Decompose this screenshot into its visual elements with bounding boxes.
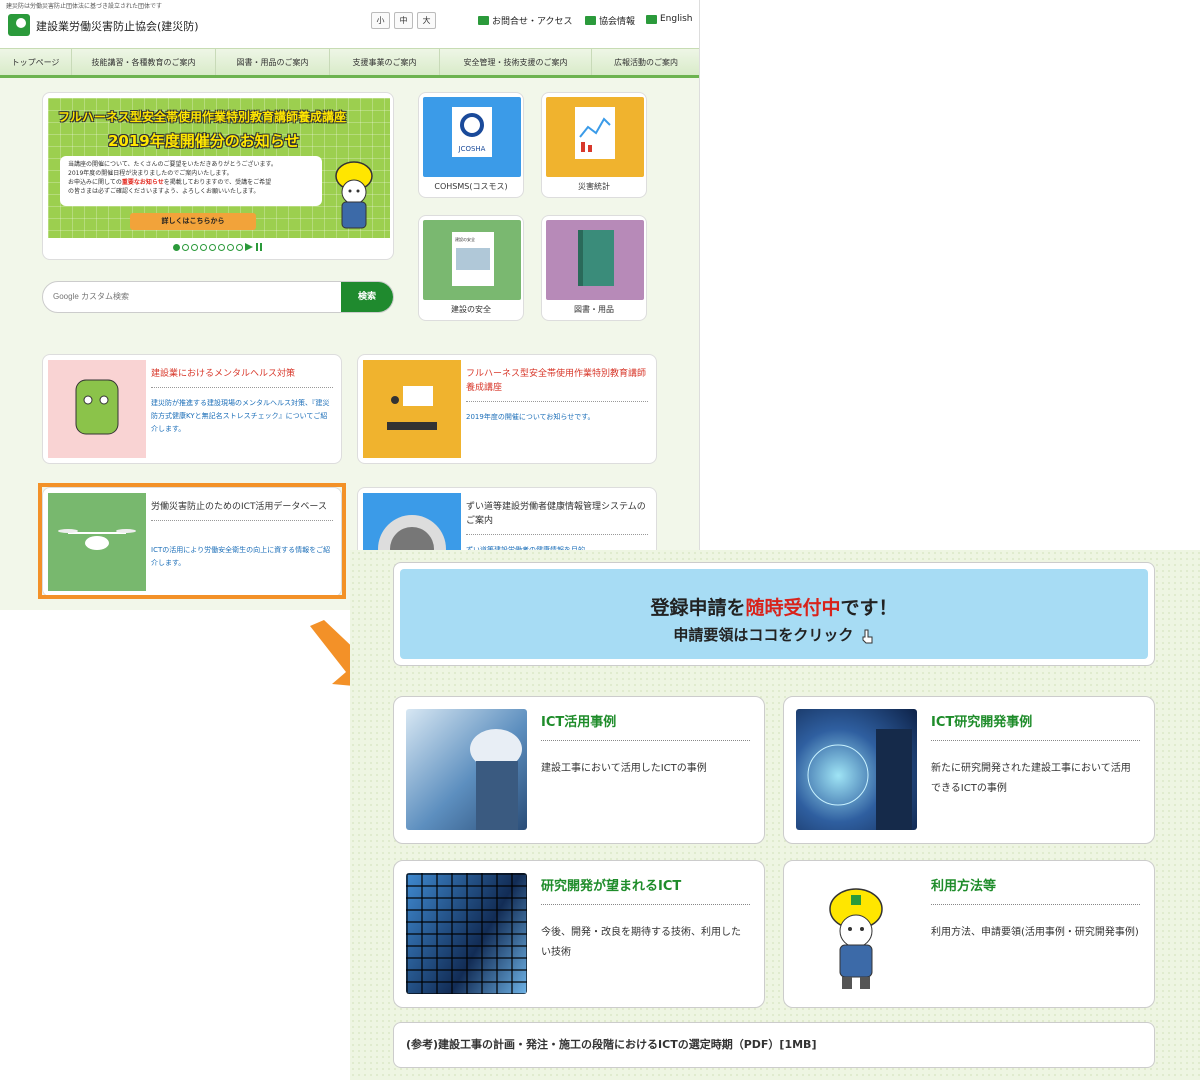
site-header: 建災防は労働災害防止団体法に基づき設立された団体です 建設業労働災害防止協会(建… bbox=[0, 0, 699, 48]
icard-description: 利用方法、申請要領(活用事例・研究開発事例) bbox=[931, 927, 1139, 938]
svg-text:JCOSHA: JCOSHA bbox=[458, 145, 486, 153]
mascot-icon bbox=[335, 161, 373, 229]
logo-icon[interactable] bbox=[8, 14, 30, 36]
nav-support[interactable]: 支援事業のご案内 bbox=[330, 49, 440, 75]
header-tagline: 建災防は労働災害防止団体法に基づき設立された団体です bbox=[6, 3, 163, 10]
main-nav: トップページ 技能講習・各種教育のご案内 図書・用品のご案内 支援事業のご案内 … bbox=[0, 48, 699, 78]
tile-label: 図書・用品 bbox=[574, 305, 614, 314]
hero-subheading: 2019年度開催分のお知らせ bbox=[108, 132, 300, 150]
ict-research-photo bbox=[796, 709, 917, 830]
registration-banner[interactable]: 登録申請を随時受付中です！ 申請要領はココをクリック bbox=[393, 562, 1155, 666]
ict-research-card[interactable]: ICT研究開発事例 新たに研究開発された建設工事において活用できるICTの事例 bbox=[783, 696, 1155, 844]
lecture-icon bbox=[363, 360, 461, 458]
icard-title[interactable]: ICT研究開発事例 bbox=[931, 711, 1140, 741]
card-fullharness[interactable]: フルハーネス型安全帯使用作業特別教育講師養成講座 2019年度の開催についてお知… bbox=[357, 354, 657, 464]
font-size-small-button[interactable]: 小 bbox=[371, 12, 390, 29]
search-button[interactable]: 検索 bbox=[341, 282, 393, 312]
english-link[interactable]: English bbox=[646, 14, 693, 24]
desired-ict-card[interactable]: 研究開発が望まれるICT 今後、開発・改良を期待する技術、利用したい技術 bbox=[393, 860, 765, 1008]
magazine-icon: 建設の安全 bbox=[423, 220, 521, 300]
homepage-screenshot: 建災防は労働災害防止団体法に基づき設立された団体です 建設業労働災害防止協会(建… bbox=[0, 0, 700, 610]
card-mental-health[interactable]: 建設業におけるメンタルヘルス対策 建災防が推進する建設現場のメンタルヘルス対策、… bbox=[42, 354, 342, 464]
slide-dot[interactable] bbox=[182, 243, 189, 251]
cohsms-logo-icon: JCOSHA bbox=[423, 97, 521, 177]
book-icon bbox=[546, 220, 644, 300]
slide-dot[interactable] bbox=[191, 243, 198, 251]
nav-safety[interactable]: 安全管理・技術支援のご案内 bbox=[440, 49, 592, 75]
tile-label: COHSMS(コスモス) bbox=[434, 182, 508, 191]
english-a-icon bbox=[646, 14, 657, 24]
hero-details-button[interactable]: 詳しくはこちらから bbox=[130, 213, 256, 230]
highlight-frame bbox=[38, 483, 346, 599]
slide-dot[interactable] bbox=[218, 243, 225, 251]
association-link[interactable]: 協会情報 bbox=[585, 14, 635, 27]
hero-highlight: 重要なお知らせ bbox=[121, 179, 164, 186]
hero-heading: フルハーネス型安全帯使用作業特別教育講師養成講座 bbox=[58, 110, 347, 124]
slide-dot[interactable] bbox=[200, 243, 207, 251]
slide-dot[interactable] bbox=[227, 243, 234, 251]
tile-label: 建設の安全 bbox=[451, 305, 491, 314]
nav-pr[interactable]: 広報活動のご案内 bbox=[592, 49, 699, 75]
tile-books[interactable]: 図書・用品 bbox=[541, 215, 647, 321]
card-title[interactable]: 建設業におけるメンタルヘルス対策 bbox=[151, 367, 333, 388]
slide-dot[interactable] bbox=[209, 243, 216, 251]
icard-description: 建設工事において活用したICTの事例 bbox=[541, 763, 707, 774]
slider-dots bbox=[173, 243, 263, 251]
nav-training[interactable]: 技能講習・各種教育のご案内 bbox=[72, 49, 216, 75]
hero-slider[interactable]: フルハーネス型安全帯使用作業特別教育講師養成講座 2019年度開催分のお知らせ … bbox=[42, 92, 394, 260]
contact-link[interactable]: お問合せ・アクセス bbox=[478, 14, 573, 27]
icard-title[interactable]: 研究開発が望まれるICT bbox=[541, 875, 750, 905]
reference-pdf-link[interactable]: (参考)建設工事の計画・発注・施工の段階におけるICTの選定時期（PDF）[1M… bbox=[393, 1022, 1155, 1068]
banner-heading: 登録申請を随時受付中です！ bbox=[650, 597, 898, 619]
tile-label: 災害統計 bbox=[578, 182, 610, 191]
mascot-icon bbox=[48, 360, 146, 458]
mail-icon bbox=[478, 16, 489, 25]
tile-cohsms[interactable]: JCOSHA COHSMS(コスモス) bbox=[418, 92, 524, 198]
ict-worker-photo bbox=[406, 709, 527, 830]
ict-page-screenshot: 登録申請を随時受付中です！ 申請要領はココをクリック ICT活用事例 建設工事に… bbox=[350, 550, 1200, 1080]
site-name[interactable]: 建設業労働災害防止協会(建災防) bbox=[36, 18, 199, 34]
svg-text:建設の安全: 建設の安全 bbox=[455, 236, 475, 242]
search-input[interactable] bbox=[53, 292, 333, 301]
hero-body: 当講座の開催について、たくさんのご要望をいただきありがとうございます。 2019… bbox=[60, 156, 322, 206]
chart-document-icon bbox=[546, 97, 644, 177]
tile-safety-magazine[interactable]: 建設の安全 建設の安全 bbox=[418, 215, 524, 321]
icard-description: 新たに研究開発された建設工事において活用できるICTの事例 bbox=[931, 763, 1131, 794]
nav-books[interactable]: 図書・用品のご案内 bbox=[216, 49, 330, 75]
banner-subheading: 申請要領はココをクリック bbox=[400, 624, 1148, 645]
custom-search: 検索 bbox=[42, 281, 394, 313]
font-size-large-button[interactable]: 大 bbox=[417, 12, 436, 29]
usage-card[interactable]: 利用方法等 利用方法、申請要領(活用事例・研究開発事例) bbox=[783, 860, 1155, 1008]
font-size-medium-button[interactable]: 中 bbox=[394, 12, 413, 29]
icard-description: 今後、開発・改良を期待する技術、利用したい技術 bbox=[541, 927, 741, 958]
pause-icon[interactable] bbox=[255, 243, 263, 251]
slide-dot[interactable] bbox=[236, 243, 243, 251]
card-title[interactable]: ずい道等建設労働者健康情報管理システムのご案内 bbox=[466, 500, 648, 535]
tile-statistics[interactable]: 災害統計 bbox=[541, 92, 647, 198]
icard-title[interactable]: 利用方法等 bbox=[931, 875, 1140, 905]
monitor-wall-photo bbox=[406, 873, 527, 994]
nav-top[interactable]: トップページ bbox=[0, 49, 72, 75]
card-description: 2019年度の開催についてお知らせです。 bbox=[466, 413, 595, 421]
play-icon[interactable] bbox=[245, 243, 253, 251]
hero-banner[interactable]: フルハーネス型安全帯使用作業特別教育講師養成講座 2019年度開催分のお知らせ … bbox=[48, 98, 390, 238]
icard-title[interactable]: ICT活用事例 bbox=[541, 711, 750, 741]
hand-pointer-icon bbox=[862, 629, 873, 643]
card-description: 建災防が推進する建設現場のメンタルヘルス対策、『建災防方式健康KYと無記名ストレ… bbox=[151, 399, 330, 433]
slide-dot[interactable] bbox=[173, 243, 180, 251]
ict-case-card[interactable]: ICT活用事例 建設工事において活用したICTの事例 bbox=[393, 696, 765, 844]
mascot-helmet-icon bbox=[796, 873, 917, 994]
building-icon bbox=[585, 16, 596, 25]
card-title[interactable]: フルハーネス型安全帯使用作業特別教育講師養成講座 bbox=[466, 367, 648, 402]
